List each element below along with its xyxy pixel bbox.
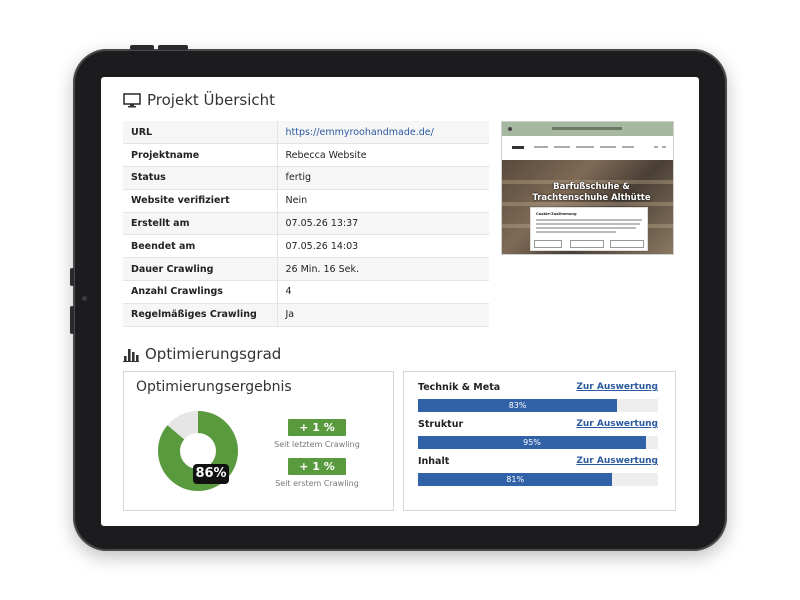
row-value: 26 Min. 16 Sek. <box>276 257 489 282</box>
row-value: Rebecca Website <box>276 143 489 168</box>
table-row: URL https://emmyroohandmade.de/ <box>123 121 489 145</box>
row-key: Website verifiziert <box>123 189 277 213</box>
row-value: 07.05.26 14:03 <box>276 234 489 259</box>
category-label: Technik & Meta <box>418 382 501 393</box>
thumbnail-topbar <box>502 122 673 136</box>
progress-track: 83% <box>418 399 658 412</box>
score-value-badge: 86% <box>193 464 229 484</box>
optimierungsergebnis-card: Optimierungsergebnis 86% + 1 % Seit letz… <box>123 371 394 511</box>
thumbnail-hero-title: Barfußschuhe & Trachtenschuhe Althütte <box>532 182 651 203</box>
table-row: Beendet am 07.05.26 14:03 <box>123 234 489 259</box>
optimierung-section-title: Optimierungsgrad <box>123 345 281 363</box>
tablet-camera <box>82 296 87 301</box>
row-key: Regelmäßiges Crawling <box>123 303 277 327</box>
category-label: Inhalt <box>418 456 450 467</box>
change-since-first-badge: + 1 % <box>288 458 346 475</box>
auswertung-link-technik[interactable]: Zur Auswertung <box>576 382 658 392</box>
progress-fill: 95% <box>418 436 646 449</box>
tablet-screen: Projekt Übersicht URL https://emmyroohan… <box>101 77 699 526</box>
progress-track: 81% <box>418 473 658 486</box>
table-row: Status fertig <box>123 166 489 190</box>
row-key: Status <box>123 166 277 190</box>
row-key: Anzahl Crawlings <box>123 280 277 304</box>
thumbnail-modal-button <box>610 240 644 248</box>
tablet-button-side-2 <box>70 306 74 334</box>
progress-fill: 81% <box>418 473 613 486</box>
thumbnail-nav <box>502 136 673 160</box>
projekt-section-title: Projekt Übersicht <box>123 91 275 109</box>
table-row: Erstellt am 07.05.26 13:37 <box>123 212 489 236</box>
row-key: Dauer Crawling <box>123 257 277 282</box>
table-row: Dauer Crawling 26 Min. 16 Sek. <box>123 257 489 282</box>
optimierung-title-text: Optimierungsgrad <box>145 345 282 363</box>
progress-track: 95% <box>418 436 658 449</box>
thumbnail-modal-button <box>570 240 604 248</box>
row-value: Ja <box>276 303 489 327</box>
change-since-last-caption: Seit letztem Crawling <box>274 440 360 449</box>
tablet-button-top-2 <box>158 45 188 50</box>
row-value: 07.05.26 13:37 <box>276 212 489 236</box>
row-key: Projektname <box>123 143 277 168</box>
optimierungsergebnis-title: Optimierungsergebnis <box>136 379 292 395</box>
website-screenshot-thumbnail[interactable]: Barfußschuhe & Trachtenschuhe Althütte C… <box>501 121 674 255</box>
table-row: Projektname Rebecca Website <box>123 143 489 168</box>
monitor-icon <box>123 92 141 107</box>
tablet-button-side-1 <box>70 268 74 286</box>
kategorien-card: Technik & Meta Zur Auswertung 83% Strukt… <box>403 371 676 511</box>
row-value: Nein <box>276 189 489 213</box>
project-url-link[interactable]: https://emmyroohandmade.de/ <box>286 127 434 138</box>
table-row: Regelmäßiges Crawling Ja <box>123 303 489 327</box>
row-value: https://emmyroohandmade.de/ <box>276 121 489 145</box>
bar-chart-icon <box>123 348 139 362</box>
auswertung-link-inhalt[interactable]: Zur Auswertung <box>576 456 658 466</box>
category-label: Struktur <box>418 419 464 430</box>
row-value: fertig <box>276 166 489 190</box>
tablet-button-top-1 <box>130 45 154 50</box>
row-value: 4 <box>276 280 489 304</box>
change-since-last-badge: + 1 % <box>288 419 346 436</box>
change-since-first-caption: Seit erstem Crawling <box>275 479 359 488</box>
projekt-title-text: Projekt Übersicht <box>147 91 276 109</box>
table-row: Website verifiziert Nein <box>123 189 489 213</box>
thumbnail-modal-button <box>534 240 562 248</box>
table-row: Anzahl Crawlings 4 <box>123 280 489 304</box>
auswertung-link-struktur[interactable]: Zur Auswertung <box>576 419 658 429</box>
row-key: Beendet am <box>123 234 277 259</box>
row-key: URL <box>123 121 277 145</box>
projekt-info-table: URL https://emmyroohandmade.de/ Projektn… <box>123 121 489 327</box>
row-key: Erstellt am <box>123 212 277 236</box>
progress-fill: 83% <box>418 399 618 412</box>
